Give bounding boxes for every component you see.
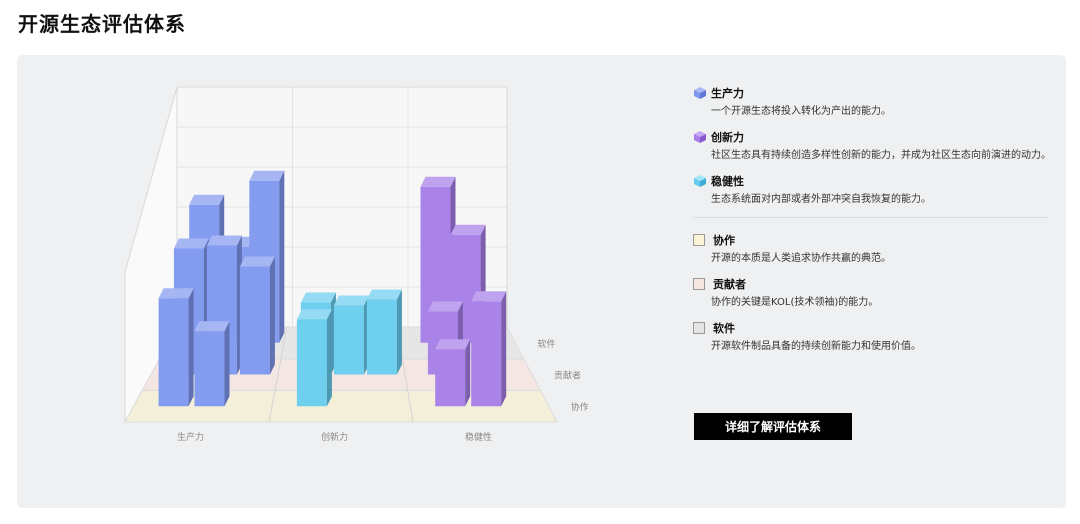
- bar-top: [450, 224, 486, 235]
- bar-chart-3d: 协作 贡献者 软件生产力 创新力 稳健性: [17, 55, 677, 508]
- cube-icon: [693, 174, 707, 188]
- bar-side: [501, 291, 507, 407]
- legend-desc: 开源软件制品具备的持续创新能力和使用价值。: [711, 341, 921, 352]
- legend-label: 稳健性: [711, 175, 744, 188]
- legend-desc: 生态系统面对内部或者外部冲突自我恢复的能力。: [711, 194, 931, 205]
- legend-item-productivity: 生产力 一个开源生态将投入转化为产出的能力。: [693, 85, 1063, 119]
- legend-label: 生产力: [711, 87, 744, 100]
- bar-top: [194, 321, 230, 332]
- x-axis-label: 生产力: [177, 431, 204, 443]
- legend-item-innovation: 创新力 社区生态具有持续创造多样性创新的能力，并成为社区生态向前演进的动力。: [693, 129, 1063, 163]
- depth-axis-label: 协作: [571, 401, 589, 413]
- bar-top: [249, 170, 285, 181]
- legend: 生产力 一个开源生态将投入转化为产出的能力。 创新力 社区生态具有持续创造多样性…: [693, 85, 1063, 364]
- bar-front: [435, 349, 466, 407]
- chart-svg: 协作 贡献者 软件生产力 创新力 稳健性: [124, 86, 589, 443]
- square-icon: [693, 322, 705, 334]
- legend-desc: 社区生态具有持续创造多样性创新的能力，并成为社区生态向前演进的动力。: [711, 150, 1051, 161]
- bar-side: [326, 309, 332, 407]
- bar-top: [420, 176, 456, 187]
- bar-front: [296, 319, 327, 407]
- cube-icon: [693, 86, 707, 100]
- depth-axis-label: 软件: [537, 338, 555, 350]
- learn-more-button[interactable]: 详细了解评估体系: [694, 413, 852, 440]
- bar-top: [206, 235, 242, 246]
- dimension-legend: 生产力 一个开源生态将投入转化为产出的能力。 创新力 社区生态具有持续创造多样性…: [693, 85, 1063, 207]
- evaluation-panel: 协作 贡献者 软件 生产力 创新力 稳健性 生产力 一个开源生态将投入转化为产出的能力。 …: [17, 55, 1066, 508]
- legend-desc: 协作的关键是KOL(技术领袖)的能力。: [711, 297, 879, 308]
- bar-front: [366, 299, 397, 375]
- bar-front: [194, 331, 225, 407]
- bar-top: [189, 194, 225, 205]
- legend-item-software: 软件 开源软件制品具备的持续创新能力和使用价值。: [693, 320, 1063, 354]
- page-title: 开源生态评估体系: [18, 12, 186, 36]
- bar-top: [427, 301, 463, 312]
- bar-side: [465, 339, 471, 407]
- legend-desc: 开源的本质是人类追求协作共赢的典范。: [711, 253, 891, 264]
- square-icon: [693, 234, 705, 246]
- bar-side: [224, 321, 230, 407]
- bar-front: [333, 305, 364, 375]
- x-axis-label: 创新力: [321, 431, 348, 443]
- layer-legend: 协作 开源的本质是人类追求协作共赢的典范。 贡献者 协作的关键是KOL(技术领袖…: [693, 232, 1063, 354]
- legend-desc: 一个开源生态将投入转化为产出的能力。: [711, 106, 891, 117]
- bar-top: [471, 291, 507, 302]
- bar-front: [158, 298, 189, 407]
- bar-side: [188, 288, 194, 407]
- bar-top: [173, 238, 209, 249]
- legend-item-contributors: 贡献者 协作的关键是KOL(技术领袖)的能力。: [693, 276, 1063, 310]
- legend-item-robustness: 稳健性 生态系统面对内部或者外部冲突自我恢复的能力。: [693, 173, 1063, 207]
- bar-side: [279, 170, 285, 343]
- legend-label: 协作: [713, 234, 735, 247]
- depth-axis-label: 贡献者: [554, 370, 581, 382]
- legend-label: 贡献者: [713, 278, 746, 291]
- bar-top: [435, 339, 471, 350]
- bar-side: [269, 256, 275, 375]
- bar-side: [396, 289, 402, 375]
- bar-top: [366, 289, 402, 300]
- bar-front: [471, 301, 502, 407]
- square-icon: [693, 278, 705, 290]
- bar-top: [300, 292, 336, 303]
- bar-top: [239, 256, 275, 267]
- x-axis-label: 稳健性: [465, 431, 492, 443]
- bar-top: [333, 295, 369, 306]
- legend-label: 创新力: [711, 131, 744, 144]
- legend-item-collaboration: 协作 开源的本质是人类追求协作共赢的典范。: [693, 232, 1063, 266]
- bar-top: [296, 309, 332, 320]
- legend-label: 软件: [713, 322, 735, 335]
- cube-icon: [693, 130, 707, 144]
- bar-top: [158, 288, 194, 299]
- legend-divider: [693, 217, 1049, 218]
- bar-front: [239, 266, 270, 375]
